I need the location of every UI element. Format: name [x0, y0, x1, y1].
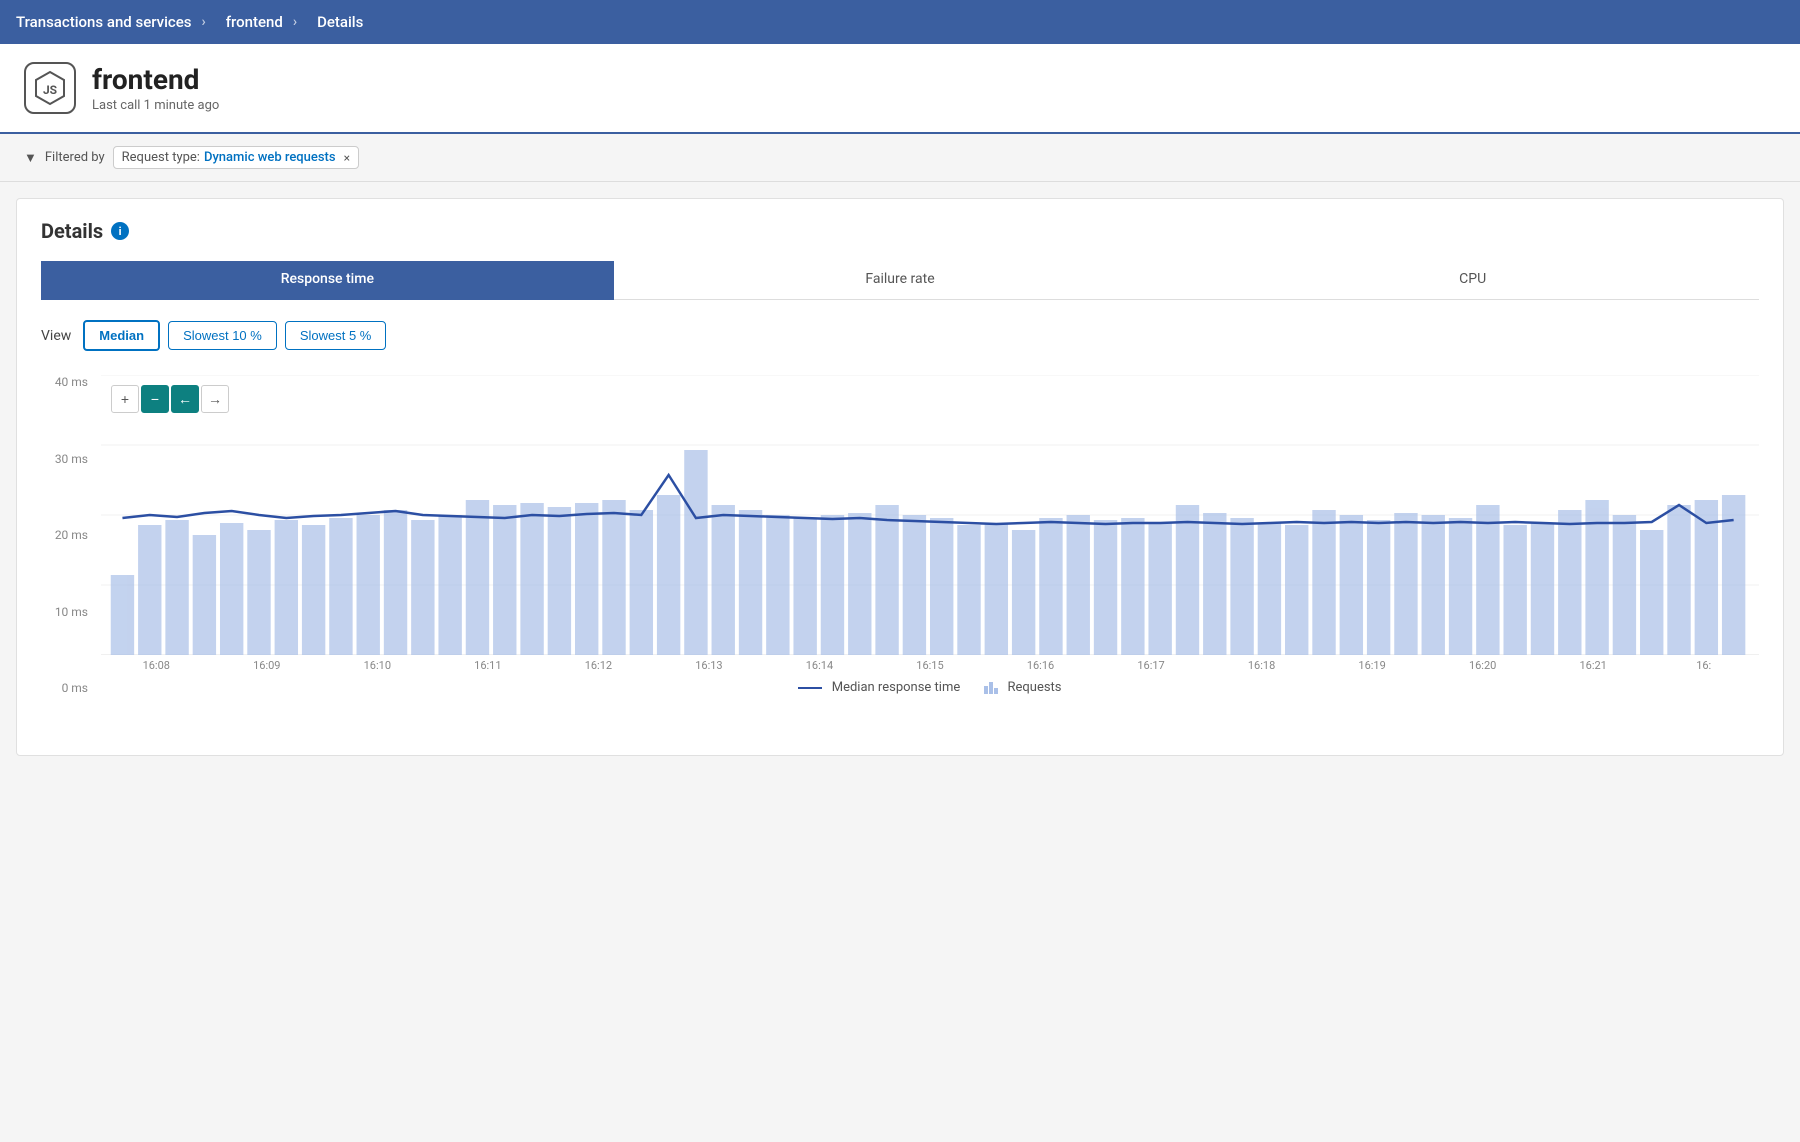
y-label-40ms: 40 ms	[41, 375, 96, 389]
view-slowest10-button[interactable]: Slowest 10 %	[168, 321, 277, 350]
y-label-0ms: 0 ms	[41, 681, 96, 695]
chart-y-labels: 0 ms 10 ms 20 ms 30 ms 40 ms	[41, 375, 96, 695]
tab-response-time[interactable]: Response time	[41, 261, 614, 300]
zoom-in-button[interactable]: +	[111, 385, 139, 413]
view-slowest5-button[interactable]: Slowest 5 %	[285, 321, 387, 350]
y-label-30ms: 30 ms	[41, 452, 96, 466]
breadcrumb-item-frontend[interactable]: frontend ›	[218, 13, 309, 31]
chart-legend: Median response time Requests	[101, 680, 1759, 695]
tab-cpu[interactable]: CPU	[1186, 261, 1759, 300]
chart-area: + − ← →	[101, 375, 1759, 655]
pan-right-button[interactable]: →	[201, 385, 229, 413]
filter-label: Filtered by	[45, 150, 105, 165]
legend-bar-item: Requests	[984, 680, 1061, 695]
x-labels: 16:08 16:09 16:10 16:11 16:12 16:13 16:1…	[101, 659, 1759, 672]
service-name: frontend	[92, 63, 219, 96]
x-label-1612: 16:12	[543, 659, 654, 672]
last-call-text: Last call 1 minute ago	[92, 98, 219, 113]
x-label-1616: 16:16	[985, 659, 1096, 672]
details-section: Details i Response time Failure rate CPU…	[16, 198, 1784, 756]
chevron-right-icon: ›	[293, 14, 297, 30]
view-row: View Median Slowest 10 % Slowest 5 %	[41, 320, 1759, 351]
breadcrumb: Transactions and services › frontend › D…	[0, 0, 1800, 44]
details-title: Details i	[41, 219, 1759, 243]
x-label-1620: 16:20	[1427, 659, 1538, 672]
page-header: JS frontend Last call 1 minute ago	[0, 44, 1800, 134]
chart-container: 0 ms 10 ms 20 ms 30 ms 40 ms + − ← →	[41, 375, 1759, 735]
x-label-1618: 16:18	[1206, 659, 1317, 672]
nodejs-icon: JS	[24, 62, 76, 114]
x-label-1610: 16:10	[322, 659, 433, 672]
tab-failure-rate[interactable]: Failure rate	[614, 261, 1187, 300]
filter-tag-value: Dynamic web requests	[204, 150, 336, 165]
x-label-1611: 16:11	[433, 659, 544, 672]
breadcrumb-item-transactions[interactable]: Transactions and services ›	[16, 13, 218, 31]
x-label-1619: 16:19	[1317, 659, 1428, 672]
header-text: frontend Last call 1 minute ago	[92, 63, 219, 113]
legend-line-indicator	[798, 687, 822, 689]
filter-tag-close-button[interactable]: ×	[344, 151, 350, 165]
svg-text:JS: JS	[43, 83, 57, 97]
filter-bar: ▼ Filtered by Request type: Dynamic web …	[0, 134, 1800, 182]
chart-svg	[101, 375, 1759, 655]
filter-tag-key: Request type:	[122, 150, 200, 165]
pan-left-button[interactable]: ←	[171, 385, 199, 413]
legend-bar-indicator	[984, 682, 998, 694]
filter-icon: ▼	[24, 150, 37, 166]
x-label-16xx: 16:	[1648, 659, 1759, 672]
x-label-1617: 16:17	[1096, 659, 1207, 672]
x-label-1613: 16:13	[654, 659, 765, 672]
x-label-1615: 16:15	[875, 659, 986, 672]
y-label-10ms: 10 ms	[41, 605, 96, 619]
zoom-out-button[interactable]: −	[141, 385, 169, 413]
x-label-1609: 16:09	[212, 659, 323, 672]
y-label-20ms: 20 ms	[41, 528, 96, 542]
view-label: View	[41, 328, 71, 344]
filter-tag: Request type: Dynamic web requests ×	[113, 146, 359, 169]
x-label-1621: 16:21	[1538, 659, 1649, 672]
info-icon[interactable]: i	[111, 222, 129, 240]
x-label-1608: 16:08	[101, 659, 212, 672]
x-label-1614: 16:14	[764, 659, 875, 672]
chevron-right-icon: ›	[202, 14, 206, 30]
breadcrumb-item-details[interactable]: Details	[309, 13, 375, 31]
view-median-button[interactable]: Median	[83, 320, 160, 351]
legend-line-item: Median response time	[798, 680, 960, 695]
tabs-row: Response time Failure rate CPU	[41, 261, 1759, 300]
zoom-controls: + − ← →	[111, 385, 229, 413]
